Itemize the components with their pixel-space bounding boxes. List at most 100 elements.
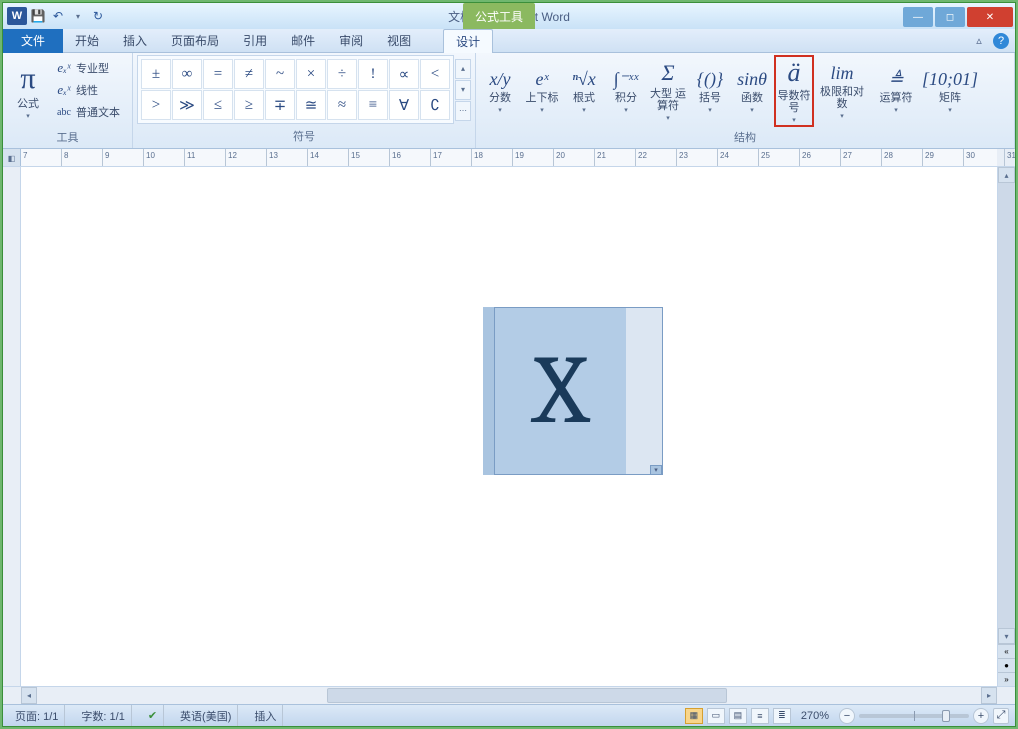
- tab-references[interactable]: 引用: [231, 29, 279, 53]
- tab-review[interactable]: 审阅: [327, 29, 375, 53]
- symbol-scroll-down[interactable]: ▾: [455, 80, 471, 100]
- tab-insert[interactable]: 插入: [111, 29, 159, 53]
- structure-icon: ∫⁻ˣˣ: [614, 69, 639, 90]
- status-language[interactable]: 英语(美国): [174, 705, 238, 726]
- maximize-button[interactable]: ◻: [935, 7, 965, 27]
- vscroll-thumb[interactable]: [998, 183, 1015, 628]
- dropdown-icon: ▾: [582, 106, 586, 114]
- status-page[interactable]: 页面: 1/1: [9, 705, 65, 726]
- minimize-ribbon-icon[interactable]: ▵: [971, 33, 987, 49]
- symbol-cell[interactable]: ≅: [296, 90, 326, 120]
- professional-button[interactable]: eₓˣ专业型: [51, 57, 124, 79]
- symbol-cell[interactable]: ∞: [172, 59, 202, 89]
- tab-mailings[interactable]: 邮件: [279, 29, 327, 53]
- vertical-scrollbar[interactable]: ▴ ▾ « ● »: [997, 167, 1015, 686]
- save-icon[interactable]: 💾: [29, 7, 47, 25]
- view-full-screen-icon[interactable]: ▭: [707, 708, 725, 724]
- symbol-cell[interactable]: ≡: [358, 90, 388, 120]
- structure-根式[interactable]: ⁿ√x根式▾: [564, 55, 604, 127]
- symbol-cell[interactable]: ×: [296, 59, 326, 89]
- equation-handle[interactable]: [483, 307, 495, 475]
- tab-view[interactable]: 视图: [375, 29, 423, 53]
- status-word-count[interactable]: 字数: 1/1: [75, 705, 131, 726]
- symbol-cell[interactable]: ≥: [234, 90, 264, 120]
- structure-函数[interactable]: sinθ函数▾: [732, 55, 772, 127]
- zoom-out-button[interactable]: −: [839, 708, 855, 724]
- tab-home[interactable]: 开始: [63, 29, 111, 53]
- equation-content[interactable]: X: [533, 336, 588, 446]
- zoom-knob[interactable]: [942, 710, 950, 722]
- symbol-scroll-up[interactable]: ▴: [455, 59, 471, 79]
- horizontal-scrollbar[interactable]: ◂ ▸: [3, 686, 1015, 704]
- symbol-cell[interactable]: ∝: [389, 59, 419, 89]
- linear-button[interactable]: eₓˣ线性: [51, 79, 124, 101]
- browse-object-icon[interactable]: ●: [998, 658, 1015, 672]
- symbol-cell[interactable]: ≈: [327, 90, 357, 120]
- symbol-cell[interactable]: ≠: [234, 59, 264, 89]
- qat-more-icon[interactable]: ▾: [69, 7, 87, 25]
- tab-design[interactable]: 设计: [443, 29, 493, 53]
- scroll-down-icon[interactable]: ▾: [998, 628, 1015, 644]
- zoom-level[interactable]: 270%: [795, 710, 835, 722]
- symbol-cell[interactable]: ~: [265, 59, 295, 89]
- minimize-button[interactable]: —: [903, 7, 933, 27]
- structure-运算符[interactable]: ≜运算符▾: [870, 55, 922, 127]
- structure-矩阵[interactable]: [10;01]矩阵▾: [924, 55, 976, 127]
- structure-导数符号[interactable]: ä导数符号▾: [774, 55, 814, 127]
- symbol-cell[interactable]: ∓: [265, 90, 295, 120]
- dropdown-icon: ▾: [948, 106, 952, 114]
- view-outline-icon[interactable]: ≡: [751, 708, 769, 724]
- normal-text-button[interactable]: abc普通文本: [51, 101, 124, 123]
- equation-options-icon[interactable]: ▾: [650, 465, 662, 475]
- vertical-ruler[interactable]: [3, 167, 21, 686]
- redo-icon[interactable]: ↻: [89, 7, 107, 25]
- symbol-cell[interactable]: >: [141, 90, 171, 120]
- symbol-cell[interactable]: <: [420, 59, 450, 89]
- document-canvas[interactable]: X ▾: [21, 167, 997, 686]
- dropdown-icon: ▾: [624, 106, 628, 114]
- symbol-more[interactable]: ⋯: [455, 101, 471, 121]
- symbol-cell[interactable]: ÷: [327, 59, 357, 89]
- symbol-cell[interactable]: ≤: [203, 90, 233, 120]
- hscroll-thumb[interactable]: [327, 688, 727, 703]
- symbol-cell[interactable]: ∀: [389, 90, 419, 120]
- structure-分数[interactable]: x/y分数▾: [480, 55, 520, 127]
- zoom-fit-button[interactable]: ⤢: [993, 708, 1009, 724]
- undo-icon[interactable]: ↶: [49, 7, 67, 25]
- scroll-right-icon[interactable]: ▸: [981, 687, 997, 704]
- ribbon: π 公式 ▾ eₓˣ专业型 eₓˣ线性 abc普通文本 工具 ±∞=≠~×÷!∝…: [3, 53, 1015, 149]
- scroll-up-icon[interactable]: ▴: [998, 167, 1015, 183]
- word-app-icon[interactable]: W: [7, 7, 27, 25]
- structure-icon: [10;01]: [922, 69, 978, 90]
- status-insert-mode[interactable]: 插入: [248, 705, 283, 726]
- prev-page-icon[interactable]: «: [998, 644, 1015, 658]
- view-print-layout-icon[interactable]: ▦: [685, 708, 703, 724]
- zoom-slider[interactable]: [859, 714, 969, 718]
- view-web-icon[interactable]: ▤: [729, 708, 747, 724]
- structure-大型运算符[interactable]: Σ大型 运算符▾: [648, 55, 688, 127]
- symbol-cell[interactable]: ±: [141, 59, 171, 89]
- view-draft-icon[interactable]: ≣: [773, 708, 791, 724]
- equation-tools-context-tab: 公式工具: [463, 3, 535, 29]
- next-page-icon[interactable]: »: [998, 672, 1015, 686]
- symbol-cell[interactable]: =: [203, 59, 233, 89]
- structure-极限和对数[interactable]: lim极限和对数▾: [816, 55, 868, 127]
- status-proofing-icon[interactable]: ✔: [142, 705, 164, 726]
- horizontal-ruler[interactable]: ◧ 78910111213141516171819202122232425262…: [3, 149, 1015, 167]
- structure-积分[interactable]: ∫⁻ˣˣ积分▾: [606, 55, 646, 127]
- equation-side-panel: [626, 308, 662, 474]
- ruler-corner[interactable]: ◧: [3, 149, 21, 167]
- close-button[interactable]: ✕: [967, 7, 1013, 27]
- help-icon[interactable]: ?: [993, 33, 1009, 49]
- symbol-cell[interactable]: ∁: [420, 90, 450, 120]
- structure-上下标[interactable]: eˣ上下标▾: [522, 55, 562, 127]
- tab-file[interactable]: 文件: [3, 29, 63, 53]
- tab-page-layout[interactable]: 页面布局: [159, 29, 231, 53]
- zoom-in-button[interactable]: +: [973, 708, 989, 724]
- symbol-cell[interactable]: !: [358, 59, 388, 89]
- equation-button[interactable]: π 公式 ▾: [7, 55, 49, 127]
- symbol-cell[interactable]: ≫: [172, 90, 202, 120]
- scroll-left-icon[interactable]: ◂: [21, 687, 37, 704]
- structure-括号[interactable]: {()}括号▾: [690, 55, 730, 127]
- equation-object[interactable]: X ▾: [483, 307, 663, 475]
